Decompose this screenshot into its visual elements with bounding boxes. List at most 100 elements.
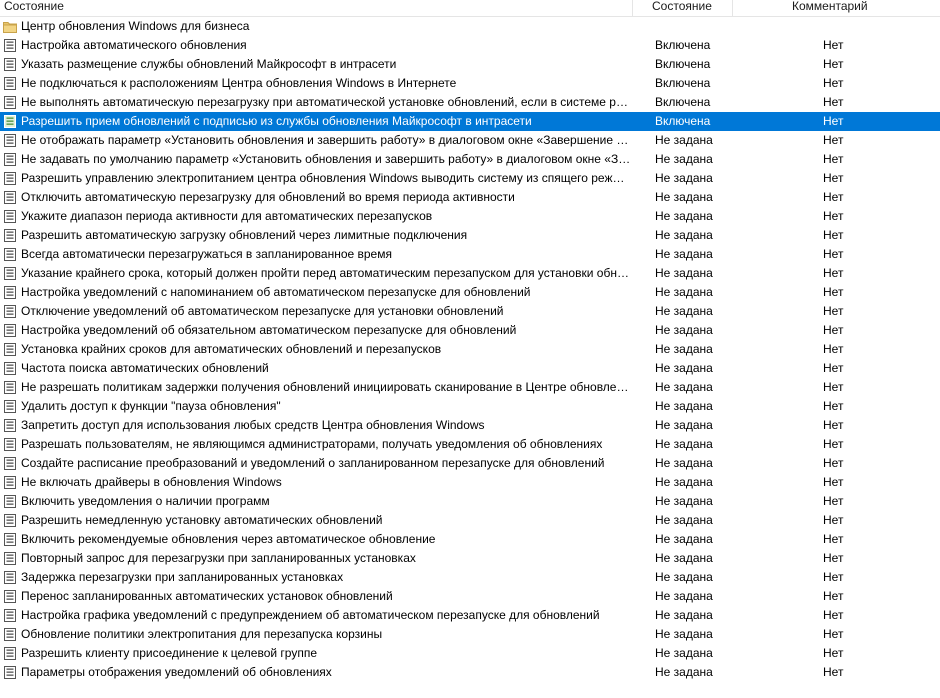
table-row[interactable]: Повторный запрос для перезагрузки при за…	[0, 549, 940, 568]
policy-state: Не задана	[655, 209, 713, 223]
policy-setting-icon	[4, 305, 16, 318]
policy-comment: Нет	[823, 323, 844, 337]
list-item-folder[interactable]: Центр обновления Windows для бизнеса	[0, 17, 940, 36]
policy-state: Не задана	[655, 456, 713, 470]
table-row[interactable]: Всегда автоматически перезагружаться в з…	[0, 245, 940, 264]
table-row[interactable]: Обновление политики электропитания для п…	[0, 625, 940, 644]
table-row[interactable]: Задержка перезагрузки при запланированны…	[0, 568, 940, 587]
policy-name: Отключить автоматическую перезагрузку дл…	[21, 190, 515, 204]
policy-setting-icon	[4, 115, 16, 128]
table-row[interactable]: Не разрешать политикам задержки получени…	[0, 378, 940, 397]
policy-comment: Нет	[823, 228, 844, 242]
table-row[interactable]: Отключение уведомлений об автоматическом…	[0, 302, 940, 321]
policy-state: Не задана	[655, 380, 713, 394]
table-row[interactable]: Не отображать параметр «Установить обнов…	[0, 131, 940, 150]
policy-name: Настройка графика уведомлений с предупре…	[21, 608, 600, 622]
column-header-comment[interactable]: Комментарий	[792, 0, 868, 16]
table-row[interactable]: Разрешить прием обновлений с подписью из…	[0, 112, 940, 131]
policy-name: Не разрешать политикам задержки получени…	[21, 380, 631, 394]
policy-name: Отключение уведомлений об автоматическом…	[21, 304, 504, 318]
table-row[interactable]: Не задавать по умолчанию параметр «Устан…	[0, 150, 940, 169]
policy-name: Разрешить прием обновлений с подписью из…	[21, 114, 532, 128]
policy-name: Разрешить клиенту присоединение к целево…	[21, 646, 318, 660]
table-row[interactable]: Разрешать пользователям, не являющимся а…	[0, 435, 940, 454]
policy-state: Не задана	[655, 304, 713, 318]
table-row[interactable]: Запретить доступ для использования любых…	[0, 416, 940, 435]
policy-name: Не выполнять автоматическую перезагрузку…	[21, 95, 631, 109]
policy-comment: Нет	[823, 608, 844, 622]
policy-comment: Нет	[823, 627, 844, 641]
table-row[interactable]: Указать размещение службы обновлений Май…	[0, 55, 940, 74]
table-row[interactable]: Отключить автоматическую перезагрузку дл…	[0, 188, 940, 207]
policy-state: Не задана	[655, 589, 713, 603]
table-row[interactable]: Указание крайнего срока, который должен …	[0, 264, 940, 283]
policy-setting-icon	[4, 39, 16, 52]
policy-name: Указание крайнего срока, который должен …	[21, 266, 631, 280]
policy-name: Удалить доступ к функции "пауза обновлен…	[21, 399, 281, 413]
policy-name: Повторный запрос для перезагрузки при за…	[21, 551, 416, 565]
policy-name: Не отображать параметр «Установить обнов…	[21, 133, 631, 147]
policy-state: Не задана	[655, 190, 713, 204]
table-row[interactable]: Удалить доступ к функции "пауза обновлен…	[0, 397, 940, 416]
policy-comment: Нет	[823, 589, 844, 603]
policy-comment: Нет	[823, 171, 844, 185]
policy-setting-icon	[4, 533, 16, 546]
policy-state: Включена	[655, 95, 711, 109]
policy-setting-icon	[4, 248, 16, 261]
policy-state: Не задана	[655, 551, 713, 565]
policy-state: Не задана	[655, 665, 713, 679]
table-row[interactable]: Параметры отображения уведомлений об обн…	[0, 663, 940, 682]
policy-name: Установка крайних сроков для автоматичес…	[21, 342, 442, 356]
policy-setting-icon	[4, 134, 16, 147]
policy-setting-icon	[4, 571, 16, 584]
table-row[interactable]: Разрешить управлению электропитанием цен…	[0, 169, 940, 188]
policy-setting-icon	[4, 362, 16, 375]
policy-setting-icon	[4, 58, 16, 71]
table-row[interactable]: Частота поиска автоматических обновлений…	[0, 359, 940, 378]
policy-state: Не задана	[655, 513, 713, 527]
table-row[interactable]: Настройка уведомлений об обязательном ав…	[0, 321, 940, 340]
policy-state: Не задана	[655, 361, 713, 375]
table-row[interactable]: Не подключаться к расположениям Центра о…	[0, 74, 940, 93]
policy-comment: Нет	[823, 456, 844, 470]
column-header-state[interactable]: Состояние	[652, 0, 712, 16]
table-row[interactable]: Не включать драйверы в обновления Window…	[0, 473, 940, 492]
column-divider[interactable]	[632, 0, 633, 16]
policy-comment: Нет	[823, 570, 844, 584]
policy-comment: Нет	[823, 190, 844, 204]
policy-state: Включена	[655, 114, 711, 128]
policy-comment: Нет	[823, 266, 844, 280]
table-row[interactable]: Настройка графика уведомлений с предупре…	[0, 606, 940, 625]
table-row[interactable]: Разрешить автоматическую загрузку обновл…	[0, 226, 940, 245]
table-row[interactable]: Настройка уведомлений с напоминанием об …	[0, 283, 940, 302]
policy-setting-icon	[4, 419, 16, 432]
policy-state: Не задана	[655, 247, 713, 261]
table-row[interactable]: Включить уведомления о наличии программ Н…	[0, 492, 940, 511]
policy-setting-icon	[4, 381, 16, 394]
folder-label: Центр обновления Windows для бизнеса	[21, 19, 250, 33]
policy-name: Создайте расписание преобразований и уве…	[21, 456, 605, 470]
table-row[interactable]: Укажите диапазон периода активности для …	[0, 207, 940, 226]
table-row[interactable]: Перенос запланированных автоматических у…	[0, 587, 940, 606]
policy-comment: Нет	[823, 475, 844, 489]
policy-setting-icon	[4, 628, 16, 641]
column-divider[interactable]	[732, 0, 733, 16]
table-row[interactable]: Разрешить клиенту присоединение к целево…	[0, 644, 940, 663]
policy-name: Частота поиска автоматических обновлений	[21, 361, 269, 375]
policy-setting-icon	[4, 476, 16, 489]
policy-name: Разрешать пользователям, не являющимся а…	[21, 437, 603, 451]
policy-setting-icon	[4, 552, 16, 565]
policy-state: Не задана	[655, 475, 713, 489]
table-row[interactable]: Не выполнять автоматическую перезагрузку…	[0, 93, 940, 112]
table-row[interactable]: Создайте расписание преобразований и уве…	[0, 454, 940, 473]
table-row[interactable]: Включить рекомендуемые обновления через …	[0, 530, 940, 549]
table-row[interactable]: Установка крайних сроков для автоматичес…	[0, 340, 940, 359]
policy-comment: Нет	[823, 114, 844, 128]
table-row[interactable]: Разрешить немедленную установку автомати…	[0, 511, 940, 530]
policy-setting-icon	[4, 438, 16, 451]
column-header-name[interactable]: Состояние	[4, 0, 64, 16]
policy-name: Параметры отображения уведомлений об обн…	[21, 665, 332, 679]
policy-setting-icon	[4, 514, 16, 527]
policy-state: Не задана	[655, 323, 713, 337]
table-row[interactable]: Настройка автоматического обновления Вклю…	[0, 36, 940, 55]
